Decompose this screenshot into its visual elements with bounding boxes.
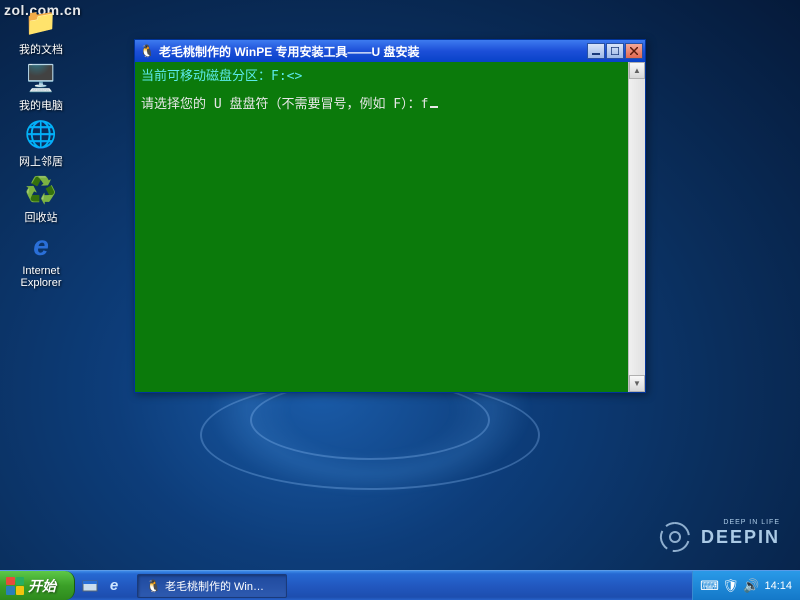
icon-label: 回收站 [25,209,58,225]
scroll-track[interactable] [629,79,645,375]
deepin-swirl-icon [657,519,693,555]
start-button[interactable]: 开始 [0,571,75,600]
scroll-up-button[interactable]: ▲ [629,62,645,79]
taskbar: 开始 e 🐧 老毛桃制作的 Win… ⌨ 🛡 🔊 14:14 [0,570,800,600]
deepin-tagline: DEEP IN LIFE [723,519,780,526]
deepin-brand: DEEPIN [701,527,780,548]
network-icon: 🌐 [25,118,57,150]
folder-icon: 📁 [25,6,57,38]
computer-icon: 🖥️ [25,62,57,94]
quick-launch-show-desktop[interactable] [79,575,101,597]
console-prompt: 请选择您的 U 盘盘符（不需要冒号，例如 F）： [141,97,421,112]
ie-icon: e [110,577,118,594]
console-line-2: 请选择您的 U 盘盘符（不需要冒号，例如 F）：f [141,94,622,116]
minimize-button[interactable] [587,43,605,59]
tray-clock[interactable]: 14:14 [764,580,792,592]
vertical-scrollbar[interactable]: ▲ ▼ [628,62,645,392]
cursor-icon [430,106,438,108]
console-area[interactable]: 当前可移动磁盘分区：F:<> 请选择您的 U 盘盘符（不需要冒号，例如 F）：f [135,62,628,392]
system-tray: ⌨ 🛡 🔊 14:14 [692,571,800,600]
ie-icon: e [25,230,57,262]
taskbar-task-winpe[interactable]: 🐧 老毛桃制作的 Win… [137,574,287,598]
app-icon: 🐧 [139,43,155,59]
start-label: 开始 [28,576,56,596]
desktop-icon-network[interactable]: 🌐 网上邻居 [6,118,76,169]
icon-label: 我的文档 [19,41,63,57]
desktop-icon-my-documents[interactable]: 📁 我的文档 [6,6,76,57]
tray-volume-icon[interactable]: 🔊 [743,578,759,594]
scroll-down-button[interactable]: ▼ [629,375,645,392]
close-button[interactable] [625,43,643,59]
icon-label: Internet Explorer [6,265,76,289]
icon-label: 网上邻居 [19,153,63,169]
desktop-icon-ie[interactable]: e Internet Explorer [6,230,76,289]
app-icon: 🐧 [146,579,161,593]
task-label: 老毛桃制作的 Win… [165,578,264,594]
desktop-icon-my-computer[interactable]: 🖥️ 我的电脑 [6,62,76,113]
quick-launch-ie[interactable]: e [103,575,125,597]
recycle-icon: ♻️ [25,174,57,206]
desktop-icon-recycle-bin[interactable]: ♻️ 回收站 [6,174,76,225]
window-title: 老毛桃制作的 WinPE 专用安装工具——U 盘安装 [159,43,587,60]
deepin-logo: DEEP IN LIFE DEEPIN [657,519,780,555]
titlebar[interactable]: 🐧 老毛桃制作的 WinPE 专用安装工具——U 盘安装 [135,40,645,62]
windows-logo-icon [6,577,24,595]
console-input-value: f [421,97,429,112]
quick-launch: e [75,571,129,600]
app-window: 🐧 老毛桃制作的 WinPE 专用安装工具——U 盘安装 当前可移动磁盘分区：F… [134,39,646,393]
tray-shield-icon[interactable]: 🛡 [722,578,738,594]
maximize-button[interactable] [606,43,624,59]
tray-ime-icon[interactable]: ⌨ [701,578,717,594]
icon-label: 我的电脑 [19,97,63,113]
show-desktop-icon [82,578,98,594]
console-line-1: 当前可移动磁盘分区：F:<> [141,66,622,88]
